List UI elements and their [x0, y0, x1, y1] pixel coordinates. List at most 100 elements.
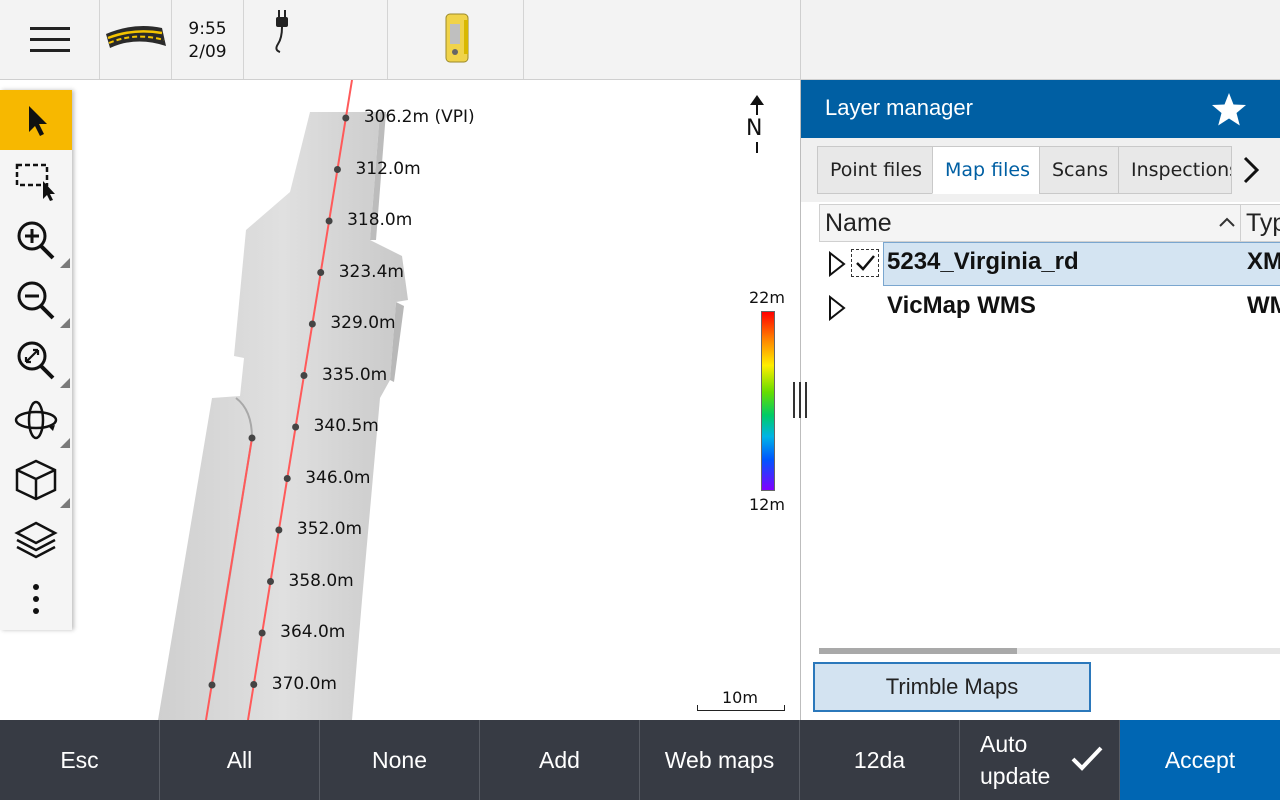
chainage-label: 329.0m — [330, 313, 396, 333]
layer-name: 5234_Virginia_rd — [887, 248, 1079, 275]
orbit-tool[interactable] — [0, 390, 72, 450]
panel-splitter-handle[interactable] — [790, 382, 810, 418]
chainage-label: 340.5m — [313, 416, 379, 436]
column-header-type[interactable]: Typ — [1246, 209, 1280, 238]
view-3d-tool[interactable] — [0, 450, 72, 510]
cube-icon — [15, 459, 57, 501]
all-button[interactable]: All — [160, 720, 320, 800]
list-item[interactable]: VicMap WMS WM — [819, 286, 1280, 330]
status-bar-right-area — [800, 0, 1280, 80]
chainage-marker — [267, 578, 275, 585]
map-toolbar — [0, 90, 72, 630]
12da-button[interactable]: 12da — [800, 720, 960, 800]
web-maps-button[interactable]: Web maps — [640, 720, 800, 800]
tab-point-files[interactable]: Point files — [817, 146, 933, 194]
layer-type: WM — [1247, 292, 1280, 319]
chainage-marker — [250, 681, 258, 688]
chainage-marker — [342, 114, 350, 122]
chainage-marker — [258, 629, 266, 637]
bottom-action-bar: Esc All None Add Web maps 12da Auto upda… — [0, 720, 1280, 800]
favorite-star-icon[interactable] — [1209, 90, 1249, 130]
chainage-marker — [308, 320, 316, 328]
chainage-label: 346.0m — [305, 467, 371, 488]
time-text: 9:55 — [188, 19, 227, 39]
road-icon — [106, 26, 166, 48]
chainage-label: 306.2m (VPI) — [363, 107, 475, 127]
legend-min-label: 12m — [749, 495, 785, 514]
layer-type: XM — [1247, 248, 1280, 275]
chainage-label: 318.0m — [347, 210, 413, 230]
chainage-marker — [317, 269, 325, 276]
instrument-status-button[interactable] — [388, 0, 524, 79]
accept-button[interactable]: Accept — [1120, 720, 1280, 800]
time-date-display[interactable]: 9:55 2/09 — [172, 0, 244, 79]
select-tool[interactable] — [0, 90, 72, 150]
expand-triangle-icon[interactable] — [827, 251, 847, 277]
box-select-tool[interactable] — [0, 150, 72, 210]
chainage-marker — [292, 423, 300, 431]
horizontal-scrollbar[interactable] — [819, 648, 1280, 654]
chainage-label: 364.0m — [280, 622, 346, 642]
list-item[interactable]: 5234_Virginia_rd XM — [819, 242, 1280, 286]
vertical-ellipsis-icon — [33, 584, 39, 614]
zoom-in-icon — [17, 221, 55, 260]
layer-name: VicMap WMS — [887, 292, 1036, 319]
add-button[interactable]: Add — [480, 720, 640, 800]
layers-icon — [14, 521, 58, 559]
chainage-marker — [275, 526, 283, 534]
chainage-label: 370.0m — [271, 673, 337, 694]
expand-triangle-icon[interactable] — [827, 295, 847, 321]
power-cable-icon — [275, 10, 288, 53]
zoom-extents-tool[interactable] — [0, 330, 72, 390]
tab-scans[interactable]: Scans — [1039, 146, 1119, 194]
chainage-marker — [333, 166, 341, 173]
checkmark-icon — [1071, 746, 1103, 771]
map-view[interactable]: 306.2m (VPI) 312.0m 318.0m 323.4m 329.0m 335.… — [0, 80, 800, 720]
scrollbar-thumb[interactable] — [819, 648, 1017, 654]
panel-title: Layer manager — [825, 95, 973, 120]
chainage-label: 352.0m — [296, 519, 363, 539]
road-status-button[interactable] — [100, 0, 172, 79]
tab-map-files[interactable]: Map files — [932, 146, 1040, 194]
esc-button[interactable]: Esc — [0, 720, 160, 800]
chainage-label: 323.4m — [338, 261, 404, 282]
hamburger-menu-icon — [30, 27, 70, 52]
elevation-legend-bar — [761, 311, 775, 491]
left-alignment-node — [208, 681, 216, 689]
box-select-icon — [15, 163, 55, 201]
chainage-marker — [325, 217, 333, 225]
layers-tool[interactable] — [0, 510, 72, 570]
chainage-label: 335.0m — [321, 364, 388, 385]
chevron-right-icon[interactable] — [1233, 146, 1269, 194]
arrow-pointer-icon — [29, 106, 47, 136]
trimble-maps-button[interactable]: Trimble Maps — [813, 662, 1091, 712]
chainage-marker — [283, 475, 291, 482]
zoom-out-tool[interactable] — [0, 270, 72, 330]
more-tool[interactable] — [0, 570, 72, 630]
zoom-out-icon — [17, 281, 55, 320]
list-header: Name Typ — [819, 204, 1280, 243]
chainage-label: 358.0m — [288, 570, 354, 591]
tabs-row: Point files Map files Scans Inspections — [801, 138, 1280, 202]
orbit-icon — [14, 400, 58, 440]
sort-ascending-icon[interactable] — [1218, 215, 1236, 229]
zoom-in-tool[interactable] — [0, 210, 72, 270]
none-button[interactable]: None — [320, 720, 480, 800]
scale-bar — [697, 705, 785, 711]
zoom-extents-icon — [17, 341, 55, 380]
layer-manager-panel: Layer manager Point files Map files Scan… — [800, 80, 1280, 720]
menu-button[interactable] — [0, 0, 100, 79]
left-alignment-node — [248, 434, 256, 442]
checkmark-icon — [856, 255, 875, 271]
column-divider[interactable] — [1240, 205, 1241, 243]
total-station-icon — [445, 13, 469, 63]
auto-update-toggle[interactable]: Auto update — [960, 720, 1120, 800]
status-bar: 9:55 2/09 — [0, 0, 800, 80]
panel-header: Layer manager — [801, 80, 1280, 138]
column-header-name[interactable]: Name — [825, 209, 892, 238]
date-text: 2/09 — [188, 42, 227, 62]
chainage-label: 312.0m — [355, 158, 421, 179]
power-status-button[interactable] — [244, 0, 388, 79]
tab-inspections[interactable]: Inspections — [1118, 146, 1232, 194]
layer-checkbox[interactable] — [851, 249, 879, 277]
